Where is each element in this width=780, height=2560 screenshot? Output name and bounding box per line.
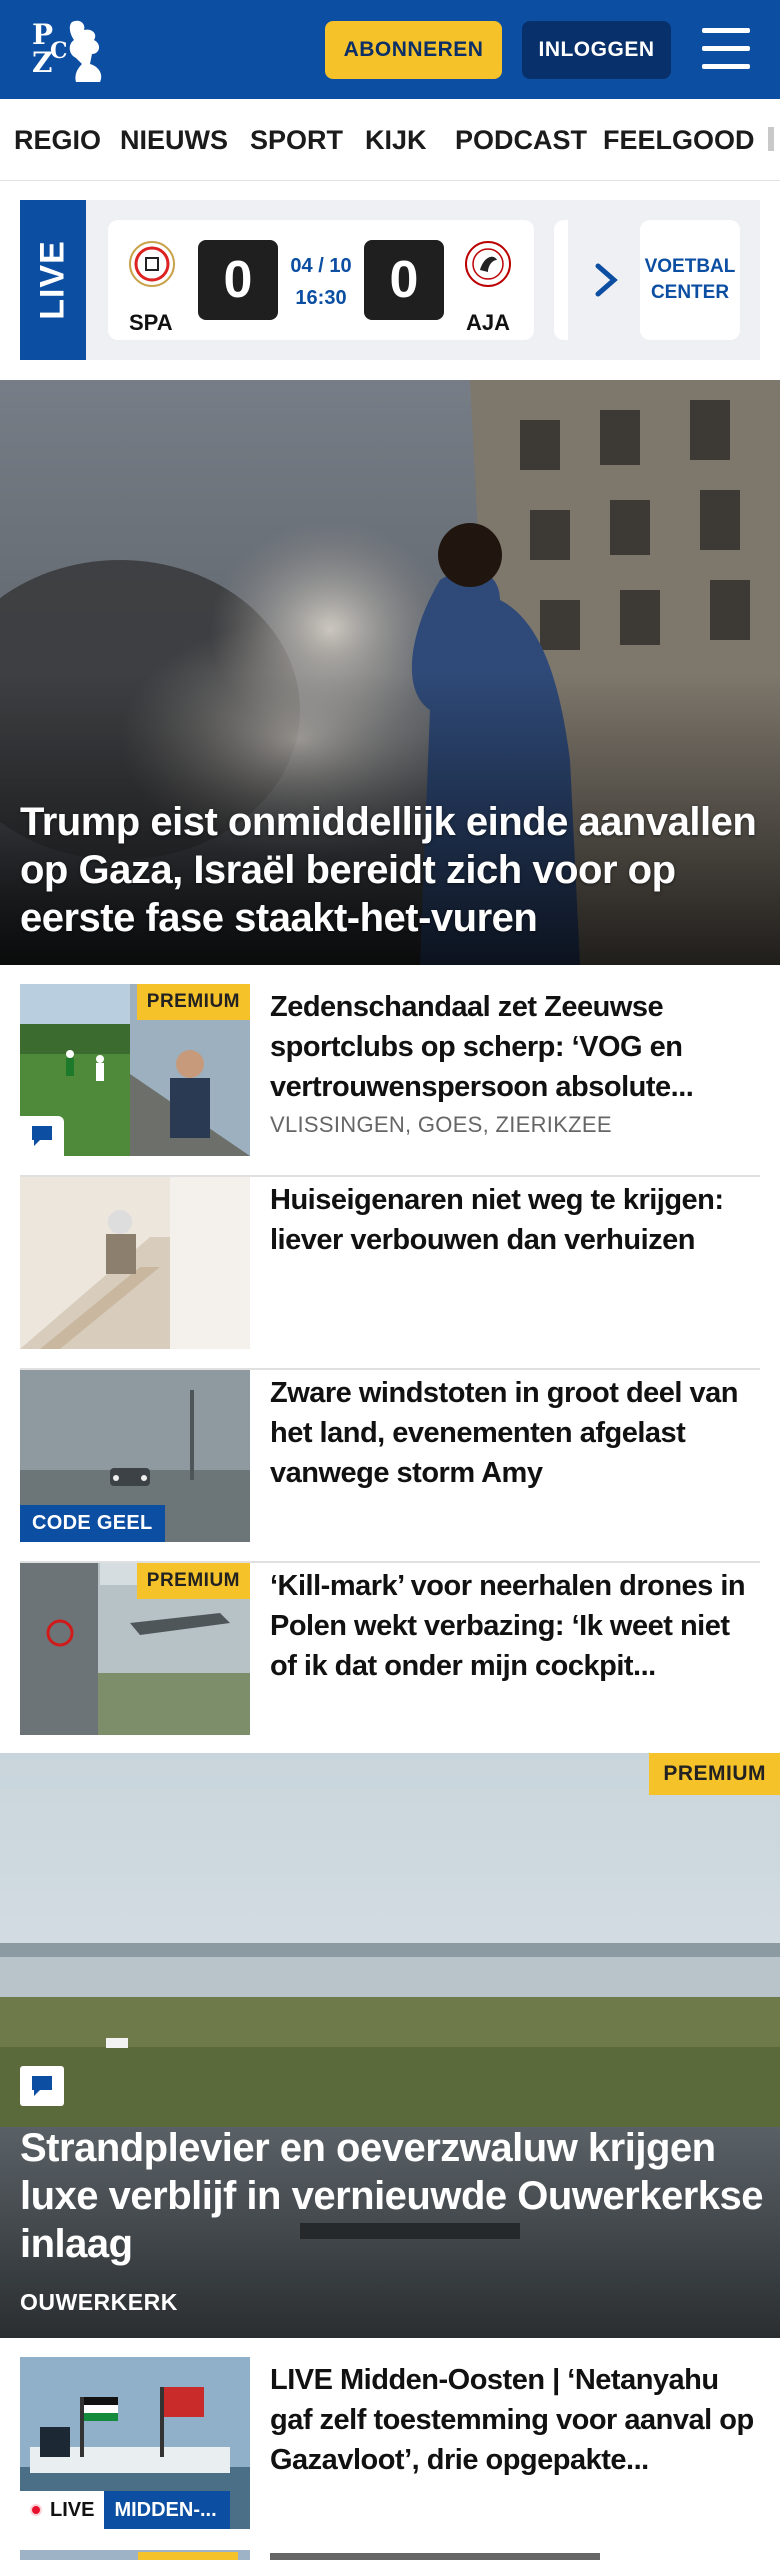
nav-item-sport[interactable]: SPORT bbox=[250, 125, 343, 156]
comment-icon bbox=[20, 2066, 64, 2106]
article-title[interactable]: Zedenschandaal zet Zeeuwse sportclubs op… bbox=[270, 987, 760, 1107]
next-premium-badge bbox=[138, 2552, 238, 2560]
article-locations: VLISSINGEN, GOES, ZIERIKZEE bbox=[270, 1112, 612, 1137]
article-title[interactable]: Zware windstoten in groot deel van het l… bbox=[270, 1373, 760, 1493]
article-row[interactable]: PREMIUM ‘Kill-mark’ voor neerhalen drone… bbox=[20, 1563, 760, 1756]
article-thumbnail: CODE GEEL bbox=[20, 1370, 250, 1542]
comment-icon bbox=[20, 1116, 64, 1156]
article-title[interactable]: ‘Kill-mark’ voor neerhalen drones in Pol… bbox=[270, 1566, 760, 1686]
hamburger-icon[interactable] bbox=[700, 26, 752, 72]
match-card[interactable]: SPA 0 04 / 10 16:30 0 AJA bbox=[108, 220, 534, 340]
live-dot-icon bbox=[30, 2504, 42, 2516]
premium-badge: PREMIUM bbox=[649, 1753, 780, 1795]
premium-badge: PREMIUM bbox=[136, 984, 250, 1020]
section-nav: REGIO NIEUWS SPORT KIJK PODCAST FEELGOOD bbox=[0, 99, 780, 181]
pzc-logo[interactable]: P Z C bbox=[28, 14, 114, 86]
premium-badge: PREMIUM bbox=[136, 1563, 250, 1599]
article-thumbnail: LIVE MIDDEN-... bbox=[20, 2357, 250, 2529]
article-title[interactable]: Huiseigenaren niet weg te krijgen: lieve… bbox=[270, 1180, 760, 1260]
match-datetime: 04 / 10 16:30 bbox=[290, 255, 352, 309]
home-score: 0 bbox=[198, 240, 278, 320]
away-score: 0 bbox=[364, 240, 444, 320]
subscribe-button[interactable]: ABONNEREN bbox=[325, 21, 502, 79]
next-match-card[interactable] bbox=[554, 220, 568, 340]
hero-title[interactable]: Trump eist onmiddellijk einde aanvallen … bbox=[20, 798, 770, 942]
nav-item-kijk[interactable]: KIJK bbox=[365, 125, 427, 156]
live-tag: LIVE bbox=[20, 200, 86, 360]
live-badge: LIVE MIDDEN-... bbox=[20, 2491, 231, 2529]
nav-item-podcast[interactable]: PODCAST bbox=[455, 125, 587, 156]
feature-article[interactable]: PREMIUM Strandplevier en oeverzwaluw kri… bbox=[0, 1753, 780, 2338]
feature-title[interactable]: Strandplevier en oeverzwaluw krijgen lux… bbox=[20, 2124, 770, 2268]
feature-location: OUWERKERK bbox=[20, 2289, 178, 2315]
chevron-right-icon[interactable] bbox=[592, 260, 622, 300]
hero-article[interactable]: Trump eist onmiddellijk einde aanvallen … bbox=[0, 380, 780, 965]
article-row[interactable]: Huiseigenaren niet weg te krijgen: lieve… bbox=[20, 1177, 760, 1370]
article-row[interactable]: LIVE MIDDEN-... LIVE Midden-Oosten | ‘Ne… bbox=[20, 2357, 760, 2550]
login-button[interactable]: INLOGGEN bbox=[522, 21, 671, 79]
home-club-crest-icon bbox=[128, 240, 176, 288]
live-score-strip: LIVE SPA 0 04 / 10 16:30 0 AJA VOETBAL C… bbox=[20, 200, 760, 360]
nav-overflow-indicator bbox=[768, 127, 774, 151]
live-topic-label: MIDDEN-... bbox=[104, 2491, 231, 2529]
article-row[interactable]: CODE GEEL Zware windstoten in groot deel… bbox=[20, 1370, 760, 1563]
voetbal-center-button[interactable]: VOETBAL CENTER bbox=[640, 220, 740, 340]
article-row[interactable]: PREMIUM Zedenschandaal zet Zeeuwse sport… bbox=[20, 984, 760, 1177]
nav-item-nieuws[interactable]: NIEUWS bbox=[120, 125, 228, 156]
article-thumbnail bbox=[20, 1177, 250, 1349]
article-thumbnail: PREMIUM bbox=[20, 1563, 250, 1735]
next-article-title bbox=[270, 2553, 600, 2560]
home-club-name: SPA bbox=[129, 310, 173, 335]
nav-item-feelgood[interactable]: FEELGOOD bbox=[603, 125, 755, 156]
away-club-crest-icon bbox=[464, 240, 512, 288]
svg-text:C: C bbox=[50, 38, 68, 64]
code-geel-badge: CODE GEEL bbox=[20, 1505, 165, 1542]
away-club-name: AJA bbox=[466, 310, 511, 335]
article-thumbnail: PREMIUM bbox=[20, 984, 250, 1156]
article-title[interactable]: LIVE Midden-Oosten | ‘Netanyahu gaf zelf… bbox=[270, 2360, 760, 2480]
nav-item-regio[interactable]: REGIO bbox=[14, 125, 101, 156]
top-bar: P Z C ABONNEREN INLOGGEN bbox=[0, 0, 780, 99]
